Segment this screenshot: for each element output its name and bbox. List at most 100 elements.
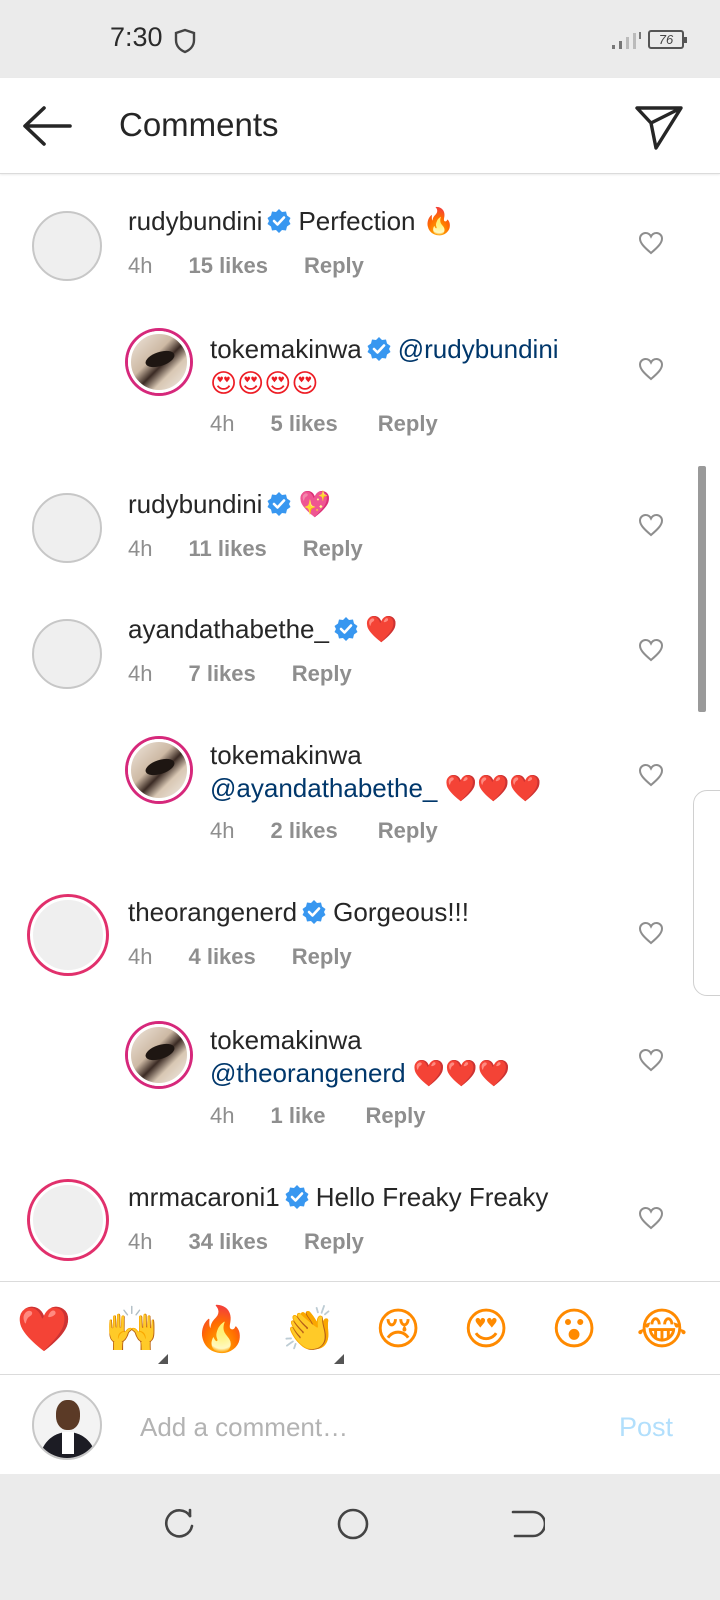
reply-button[interactable]: Reply	[304, 1229, 364, 1255]
back-nav-icon[interactable]	[505, 1504, 545, 1544]
comment-likes[interactable]: 11 likes	[188, 536, 266, 562]
reply-item: tokemakinwa @ayandathabethe_ ❤️❤️❤️ 4h 2 …	[0, 715, 720, 875]
system-nav-bar	[0, 1474, 720, 1600]
comment-username[interactable]: rudybundini	[128, 206, 262, 236]
avatar[interactable]	[30, 897, 106, 973]
comment-likes[interactable]: 34 likes	[188, 1229, 268, 1255]
comment-username[interactable]: ayandathabethe_	[128, 614, 329, 644]
comment-item: theorangenerd Gorgeous!!! 4h 4 likes Reply	[0, 875, 720, 1000]
battery-icon: 76	[648, 30, 687, 49]
emoji-surprised-button[interactable]: 😮	[544, 1302, 604, 1358]
shield-icon	[174, 28, 196, 54]
reply-button[interactable]: Reply	[378, 411, 438, 437]
verified-badge-icon	[334, 617, 358, 641]
reply-button[interactable]: Reply	[303, 536, 363, 562]
mention-link[interactable]: @theorangenerd	[210, 1058, 406, 1088]
comment-username[interactable]: tokemakinwa	[210, 334, 362, 364]
comment-text: Perfection	[298, 206, 423, 236]
emoji-clap-button[interactable]: 👏	[279, 1302, 339, 1358]
comment-item: ayandathabethe_ ❤️ 4h 7 likes Reply	[0, 590, 720, 715]
comment-likes[interactable]: 5 likes	[270, 411, 337, 437]
avatar[interactable]	[32, 211, 102, 281]
emoji-heart-eyes-button[interactable]: 😍	[456, 1302, 516, 1358]
like-heart-icon[interactable]	[638, 921, 664, 945]
mention-link[interactable]: @rudybundini	[398, 334, 559, 364]
red-heart-emoji: ❤️	[364, 615, 398, 645]
comment-username[interactable]: theorangenerd	[128, 897, 297, 927]
comment-composer: Post	[0, 1376, 720, 1474]
emoji-raised-hands-button[interactable]: 🙌	[102, 1302, 162, 1358]
comment-item: rudybundini Perfection 🔥 4h 15 likes Reply	[0, 175, 720, 305]
comment-input[interactable]	[140, 1410, 580, 1444]
red-heart-emoji: ❤️❤️❤️	[444, 774, 542, 804]
post-button[interactable]: Post	[619, 1412, 673, 1443]
comment-likes[interactable]: 2 likes	[270, 818, 337, 844]
red-heart-emoji: ❤️❤️❤️	[412, 1059, 510, 1089]
verified-badge-icon	[302, 900, 326, 924]
reply-button[interactable]: Reply	[292, 944, 352, 970]
mention-link[interactable]: @ayandathabethe_	[210, 773, 437, 803]
sparkling-heart-emoji: 💖	[298, 490, 331, 520]
avatar[interactable]	[30, 1182, 106, 1258]
like-heart-icon[interactable]	[638, 638, 664, 662]
emoji-laughing-button[interactable]: 😂	[632, 1302, 692, 1358]
reply-item: tokemakinwa @theorangenerd ❤️❤️❤️ 4h 1 li…	[0, 1000, 720, 1160]
comment-time: 4h	[210, 1103, 235, 1128]
avatar[interactable]	[128, 739, 190, 801]
comment-text: Hello Freaky Freaky	[315, 1182, 549, 1212]
verified-badge-icon	[267, 492, 291, 516]
reply-button[interactable]: Reply	[378, 818, 438, 844]
back-arrow-icon[interactable]	[20, 104, 74, 148]
comment-text: Gorgeous!!!	[333, 897, 469, 927]
like-heart-icon[interactable]	[638, 231, 664, 255]
fire-emoji: 🔥	[422, 207, 456, 237]
comment-likes[interactable]: 7 likes	[188, 661, 255, 687]
direct-send-icon[interactable]	[634, 102, 684, 152]
verified-badge-icon	[285, 1185, 309, 1209]
comment-likes[interactable]: 15 likes	[188, 253, 268, 279]
skin-tone-indicator-icon	[158, 1354, 168, 1364]
comment-username[interactable]: tokemakinwa	[210, 1025, 362, 1055]
reply-button[interactable]: Reply	[366, 1103, 426, 1129]
like-heart-icon[interactable]	[638, 763, 664, 787]
comment-username[interactable]: rudybundini	[128, 489, 262, 519]
emoji-crying-button[interactable]: 😢	[368, 1302, 428, 1358]
like-heart-icon[interactable]	[638, 513, 664, 537]
comment-time: 4h	[128, 661, 153, 686]
status-bar: 7:30 76	[0, 0, 720, 78]
verified-badge-icon	[267, 209, 291, 233]
emoji-heart-button[interactable]: ❤️	[14, 1302, 74, 1358]
recent-apps-icon[interactable]	[160, 1504, 200, 1544]
comment-username[interactable]: tokemakinwa	[210, 740, 362, 770]
emoji-quick-bar: ❤️ 🙌 🔥 👏 😢 😍 😮 😂	[0, 1281, 720, 1375]
comment-time: 4h	[128, 1229, 153, 1254]
status-time: 7:30	[110, 22, 163, 52]
comment-likes[interactable]: 4 likes	[188, 944, 255, 970]
current-user-avatar	[32, 1390, 102, 1460]
header: Comments	[0, 78, 720, 174]
avatar[interactable]	[32, 619, 102, 689]
avatar[interactable]	[32, 493, 102, 563]
reply-item: tokemakinwa @rudybundini 😍😍😍😍 4h 5 likes Re…	[0, 305, 720, 465]
skin-tone-indicator-icon	[334, 1354, 344, 1364]
emoji-fire-button[interactable]: 🔥	[191, 1302, 251, 1358]
heart-eyes-emoji: 😍😍😍😍	[210, 369, 319, 399]
comment-item: rudybundini 💖 4h 11 likes Reply	[0, 465, 720, 590]
like-heart-icon[interactable]	[638, 1048, 664, 1072]
reply-button[interactable]: Reply	[304, 253, 364, 279]
avatar[interactable]	[128, 1024, 190, 1086]
scrollbar[interactable]	[698, 466, 706, 712]
avatar[interactable]	[128, 331, 190, 393]
comment-time: 4h	[128, 536, 153, 561]
comment-likes[interactable]: 1 like	[270, 1103, 325, 1129]
comment-time: 4h	[210, 818, 235, 843]
like-heart-icon[interactable]	[638, 1206, 664, 1230]
signal-icon	[612, 32, 641, 49]
page-title: Comments	[119, 106, 279, 143]
comments-list: rudybundini Perfection 🔥 4h 15 likes Reply …	[0, 175, 720, 1280]
like-heart-icon[interactable]	[638, 357, 664, 381]
comment-username[interactable]: mrmacaroni1	[128, 1182, 280, 1212]
reply-button[interactable]: Reply	[292, 661, 352, 687]
home-icon[interactable]	[333, 1504, 373, 1544]
edge-panel-handle[interactable]	[693, 790, 720, 996]
